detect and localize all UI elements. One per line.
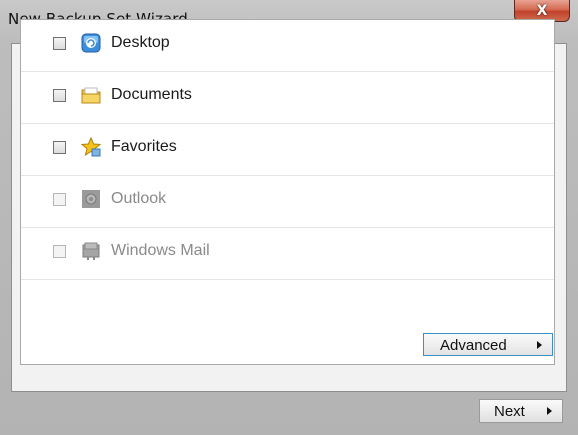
favorites-star-icon: [81, 137, 101, 157]
backup-source-list: Desktop Documents Favorites Outlook Wind…: [20, 19, 555, 365]
outlook-checkbox: [53, 193, 66, 206]
windows-mail-checkbox: [53, 245, 66, 258]
documents-checkbox[interactable]: [53, 89, 66, 102]
next-button[interactable]: Next: [479, 399, 563, 423]
close-icon: X: [536, 2, 548, 19]
outlook-label: Outlook: [111, 190, 167, 207]
arrow-right-icon: [547, 407, 552, 415]
documents-folder-icon: [81, 87, 101, 104]
advanced-button[interactable]: Advanced: [423, 333, 553, 356]
favorites-label: Favorites: [111, 138, 177, 155]
outlook-icon: [82, 190, 100, 208]
wizard-window: New Backup Set Wizard X Desktop: [0, 0, 578, 435]
advanced-button-label: Advanced: [440, 337, 507, 354]
windows-mail-icon: [82, 242, 100, 260]
desktop-icon: [81, 33, 101, 53]
next-button-label: Next: [494, 403, 525, 420]
documents-label: Documents: [111, 86, 192, 103]
arrow-right-icon: [537, 341, 542, 349]
list-item-windows-mail: Windows Mail: [21, 228, 554, 280]
list-item-desktop[interactable]: Desktop: [21, 20, 554, 72]
favorites-checkbox[interactable]: [53, 141, 66, 154]
list-item-favorites[interactable]: Favorites: [21, 124, 554, 176]
list-item-documents[interactable]: Documents: [21, 72, 554, 124]
list-item-outlook: Outlook: [21, 176, 554, 228]
desktop-checkbox[interactable]: [53, 37, 66, 50]
windows-mail-label: Windows Mail: [111, 242, 210, 259]
desktop-label: Desktop: [111, 34, 170, 51]
